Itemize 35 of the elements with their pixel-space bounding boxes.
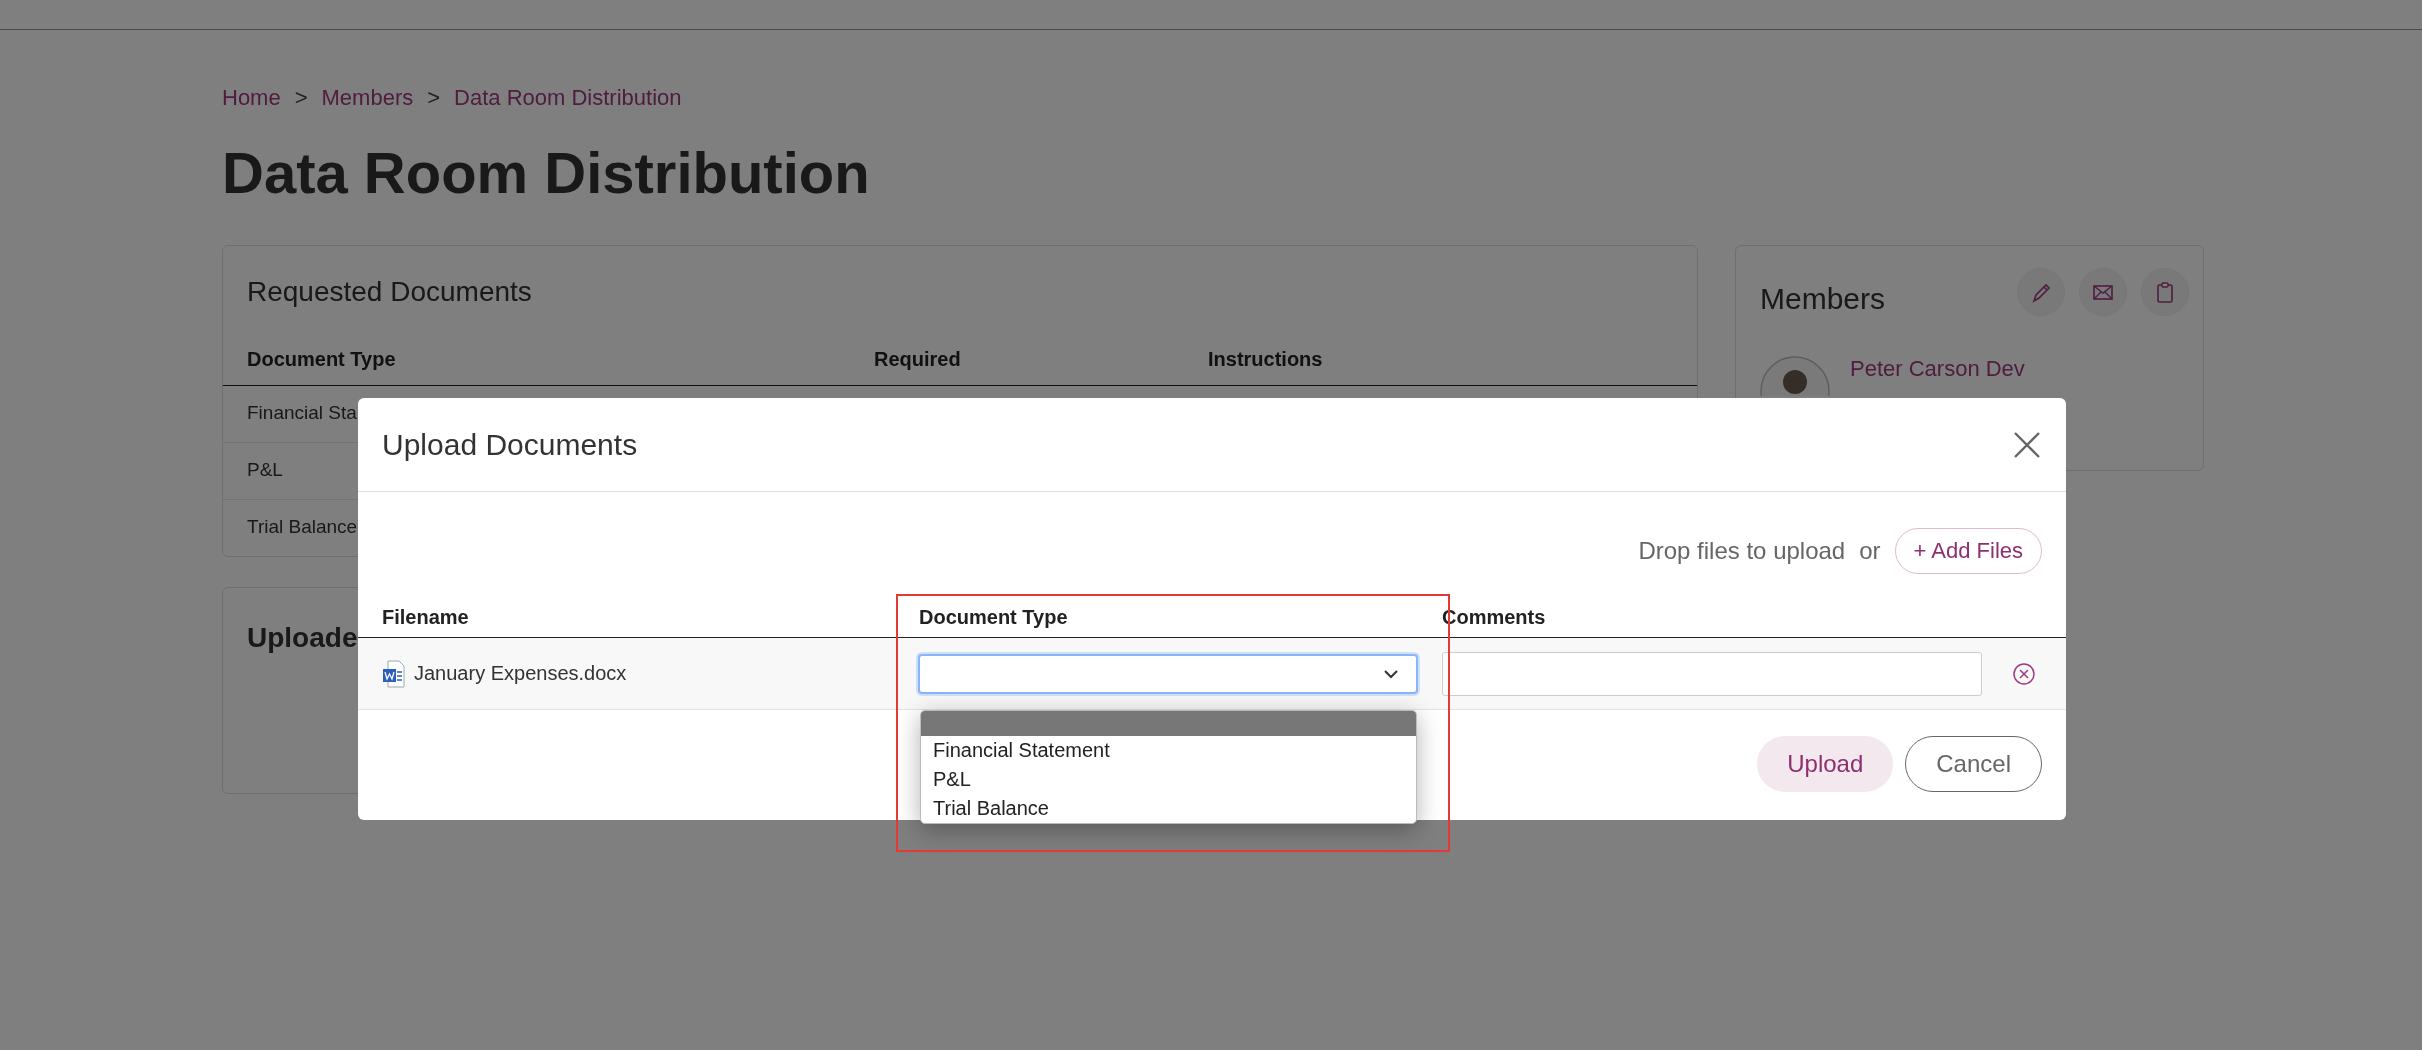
column-header: Instructions xyxy=(1208,347,1324,371)
column-header: Document Type xyxy=(247,347,397,371)
dialog-title: Upload Documents xyxy=(382,427,638,462)
dropdown-option[interactable]: Financial Statement xyxy=(921,736,1416,765)
table-cell: Trial Balance xyxy=(247,515,358,537)
page-title: Data Room Distribution xyxy=(222,141,871,205)
card-title: Uploade xyxy=(247,621,358,654)
breadcrumb-separator: > xyxy=(294,85,308,111)
breadcrumb-link[interactable]: Home xyxy=(222,85,281,111)
dropdown-option[interactable]: P&L xyxy=(921,765,1416,794)
or-label: or xyxy=(1859,537,1881,565)
column-header: Filename xyxy=(382,606,470,629)
close-button[interactable] xyxy=(2012,429,2042,460)
table-cell: P&L xyxy=(247,458,283,480)
card-title: Members xyxy=(1760,281,1887,316)
table-cell: Financial Sta xyxy=(247,401,357,423)
close-icon xyxy=(2012,429,2042,460)
remove-button[interactable] xyxy=(2012,661,2036,686)
file-name: January Expenses.docx xyxy=(414,662,627,685)
breadcrumb-link[interactable]: Data Room Distribution xyxy=(454,85,682,111)
breadcrumb-link[interactable]: Members xyxy=(321,85,414,111)
dropdown-option[interactable]: Trial Balance xyxy=(921,794,1416,823)
cancel-button[interactable]: Cancel xyxy=(1905,736,2042,792)
remove-icon xyxy=(2012,661,2036,686)
add-files-button[interactable]: + Add Files xyxy=(1894,528,2042,574)
document-type-select[interactable] xyxy=(918,653,1418,694)
word-document-icon xyxy=(382,659,406,688)
column-header: Required xyxy=(874,347,962,371)
upload-button[interactable]: Upload xyxy=(1757,736,1894,792)
card-title: Requested Documents xyxy=(247,275,532,308)
column-header: Document Type xyxy=(919,606,1069,629)
member-name[interactable]: Peter Carson Dev xyxy=(1850,355,2025,382)
breadcrumb-separator: > xyxy=(427,85,441,111)
comments-field[interactable] xyxy=(1442,651,1982,696)
drop-hint: Drop files to upload xyxy=(1638,537,1846,565)
